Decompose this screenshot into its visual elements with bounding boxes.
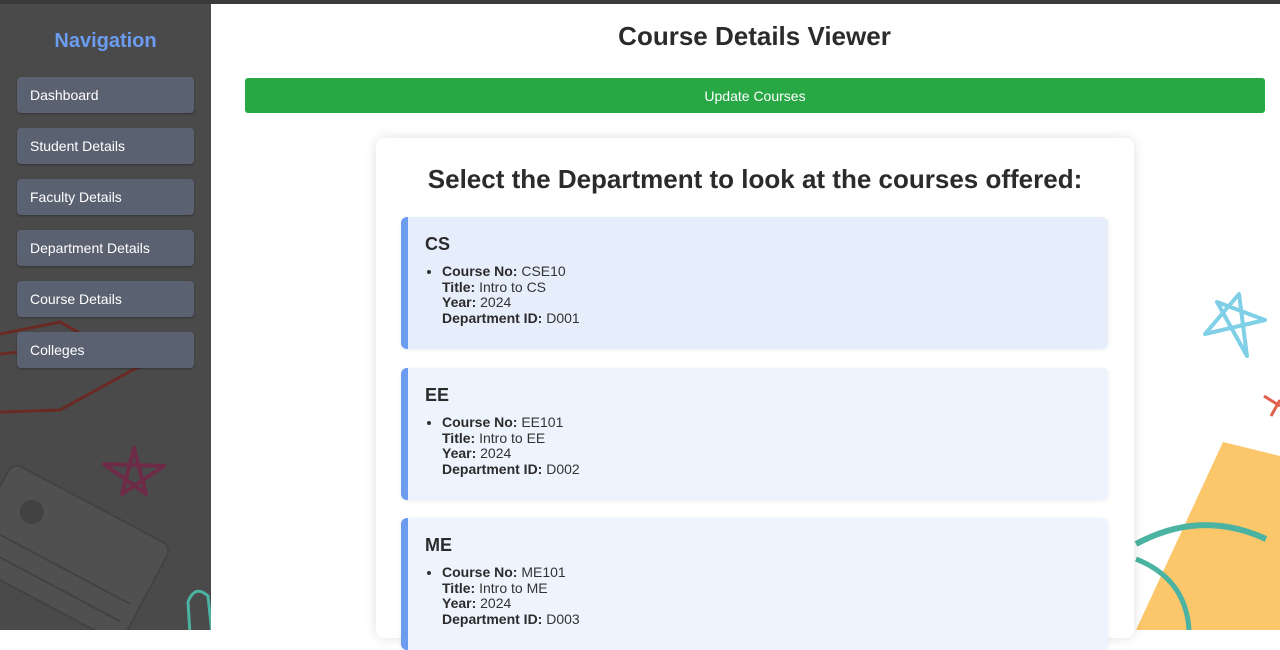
department-name: ME — [425, 535, 452, 555]
update-courses-button[interactable]: Update Courses — [245, 78, 1265, 113]
department-id-value: D001 — [546, 309, 580, 326]
year-value: 2024 — [480, 595, 512, 611]
department-id-value: D002 — [546, 460, 580, 477]
year-value: 2024 — [480, 294, 512, 310]
sidebar-item-dashboard[interactable]: Dashboard — [17, 77, 194, 113]
title-label: Title: — [442, 429, 476, 446]
department-id-label: Department ID: — [442, 460, 543, 477]
department-id-value: D003 — [546, 610, 580, 627]
title-value: Intro to CS — [479, 278, 547, 295]
list-item: Course No: EE101 Title: Intro to EE Year… — [442, 414, 580, 477]
sidebar-nav: Dashboard Student Details Faculty Detail… — [17, 77, 194, 383]
department-card-cs[interactable]: CS Course No: CSE10 Title: Intro to CS Y… — [401, 217, 1108, 349]
list-item: Course No: ME101 Title: Intro to ME Year… — [442, 564, 580, 627]
course-no-value: ME101 — [521, 564, 566, 580]
course-no-label: Course No: — [442, 564, 518, 580]
course-panel: Select the Department to look at the cou… — [376, 138, 1134, 650]
year-label: Year: — [442, 595, 477, 611]
sidebar-item-colleges[interactable]: Colleges — [17, 332, 194, 368]
sidebar-item-student-details[interactable]: Student Details — [17, 128, 194, 164]
main-content: Course Details Viewer Update Courses Sel… — [211, 4, 1280, 650]
course-list: Course No: EE101 Title: Intro to EE Year… — [425, 414, 580, 477]
year-label: Year: — [442, 445, 477, 461]
course-no-value: CSE10 — [521, 263, 566, 279]
title-value: Intro to EE — [479, 429, 546, 446]
course-list: Course No: CSE10 Title: Intro to CS Year… — [425, 263, 580, 326]
sidebar: Navigation Dashboard Student Details Fac… — [0, 4, 211, 630]
course-no-label: Course No: — [442, 263, 518, 279]
sidebar-title: Navigation — [54, 30, 157, 52]
sidebar-item-faculty-details[interactable]: Faculty Details — [17, 179, 194, 215]
year-value: 2024 — [480, 445, 512, 461]
page-title: Course Details Viewer — [618, 21, 891, 51]
year-label: Year: — [442, 294, 477, 310]
department-card-me[interactable]: ME Course No: ME101 Title: Intro to ME Y… — [401, 518, 1108, 650]
department-name: EE — [425, 385, 450, 405]
sidebar-item-department-details[interactable]: Department Details — [17, 230, 194, 266]
title-label: Title: — [442, 579, 476, 596]
course-no-value: EE101 — [521, 414, 564, 430]
title-label: Title: — [442, 278, 476, 295]
title-value: Intro to ME — [479, 579, 548, 596]
panel-heading: Select the Department to look at the cou… — [427, 164, 1083, 194]
department-card-ee[interactable]: EE Course No: EE101 Title: Intro to EE Y… — [401, 368, 1108, 500]
list-item: Course No: CSE10 Title: Intro to CS Year… — [442, 263, 580, 326]
department-id-label: Department ID: — [442, 309, 543, 326]
department-name: CS — [425, 234, 451, 254]
department-id-label: Department ID: — [442, 610, 543, 627]
course-list: Course No: ME101 Title: Intro to ME Year… — [425, 564, 580, 627]
sidebar-item-course-details[interactable]: Course Details — [17, 281, 194, 317]
course-no-label: Course No: — [442, 414, 518, 430]
